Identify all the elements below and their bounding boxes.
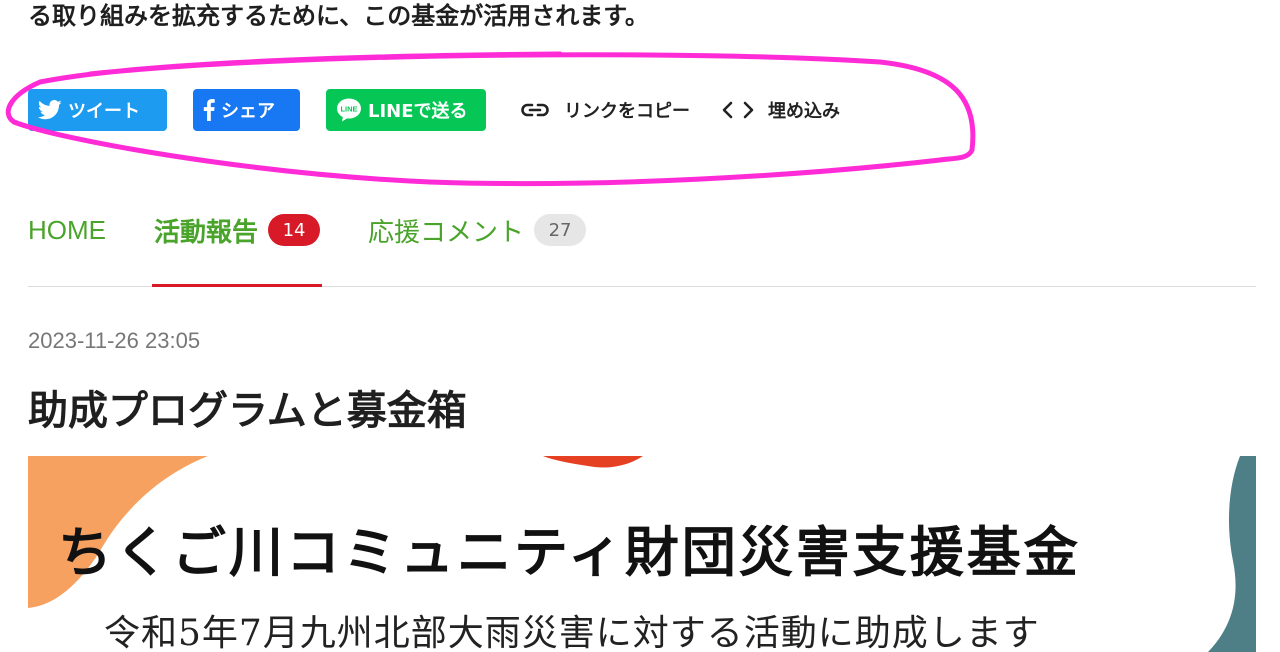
banner-subtitle: 令和5年7月九州北部大雨災害に対する活動に助成します [104, 613, 1040, 652]
facebook-share-button[interactable]: シェア [193, 89, 300, 131]
tweet-label: ツイート [68, 101, 140, 122]
post-title: 助成プログラムと募金箱 [28, 388, 467, 434]
tab-activity-reports[interactable]: 活動報告 14 [151, 206, 323, 287]
facebook-share-label: シェア [221, 101, 275, 122]
line-icon: LINE [336, 98, 362, 122]
code-brackets-icon [722, 101, 754, 119]
line-share-label: LINEで送る [368, 101, 468, 122]
share-bar: ツイート シェア LINE LINEで送る リンクをコピー 埋め込み [28, 89, 872, 131]
copy-link-button[interactable]: リンクをコピー [520, 97, 690, 123]
tab-bar: HOME 活動報告 14 応援コメント 27 [28, 206, 1256, 287]
link-icon [520, 102, 550, 118]
embed-label: 埋め込み [768, 101, 840, 122]
tab-support-comments[interactable]: 応援コメント 27 [368, 206, 587, 254]
twitter-bird-icon [38, 100, 62, 120]
support-comments-count-badge: 27 [534, 214, 587, 246]
post-banner-image: ちくご川コミュニティ財団災害支援基金 令和5年7月九州北部大雨災害に対する活動に… [28, 456, 1256, 652]
copy-link-label: リンクをコピー [564, 101, 690, 122]
activity-reports-count-badge: 14 [268, 214, 321, 246]
facebook-icon [203, 99, 215, 121]
intro-text: る取り組みを拡充するために、この基金が活用されます。 [28, 2, 649, 30]
post-date: 2023-11-26 23:05 [28, 328, 201, 353]
tab-home-label: HOME [28, 214, 106, 245]
line-icon-text: LINE [340, 105, 357, 114]
tab-activity-reports-label: 活動報告 [154, 217, 259, 248]
line-share-button[interactable]: LINE LINEで送る [326, 89, 486, 131]
embed-button[interactable]: 埋め込み [722, 97, 840, 123]
tab-home[interactable]: HOME [28, 206, 106, 254]
tweet-button[interactable]: ツイート [28, 89, 167, 131]
tab-support-comments-label: 応援コメント [368, 217, 525, 248]
banner-title: ちくご川コミュニティ財団災害支援基金 [58, 521, 1081, 584]
